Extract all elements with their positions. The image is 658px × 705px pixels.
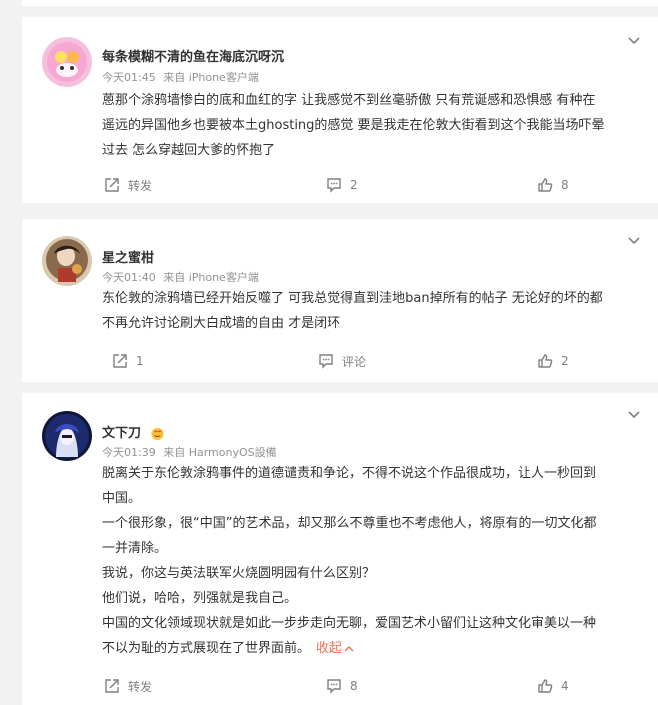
comment-line: 遥远的异国他乡也要被本土ghosting的感觉 要是我走在伦敦大街看到这个我能当…	[102, 118, 605, 133]
repost-label: 转发	[128, 679, 153, 694]
repost-button[interactable]: 1	[112, 347, 144, 375]
comment-icon	[327, 178, 341, 193]
repost-label: 转发	[128, 178, 153, 193]
username[interactable]: 每条模糊不清的鱼在海底沉呀沉	[102, 46, 284, 65]
chevron-down-icon[interactable]	[626, 33, 642, 49]
comment-source: 来自 HarmonyOS設備	[163, 446, 277, 459]
comment-line: 我说，你这与英法联军火烧圆明园有什么区别？	[102, 566, 376, 581]
comment-line: 蒽那个涂鸦墙惨白的底和血红的字 让我感觉不到丝毫骄傲 只有荒诞感和恐惧感 有种在	[102, 93, 596, 108]
comment-line: 不以为耻的方式展现在了世界面前。	[102, 641, 311, 656]
comment-button[interactable]: 评论	[318, 347, 366, 375]
avatar[interactable]	[42, 37, 92, 87]
comment-line-last: 不以为耻的方式展现在了世界面前。 收起	[102, 636, 636, 661]
action-bar: 1 评论 2	[22, 347, 658, 375]
comment-source: 来自 iPhone客户端	[163, 271, 259, 284]
comment-text: 脱离关于东伦敦涂鸦事件的道德谴责和争论，不得不说这个作品很成功，让人一秒回到 中…	[102, 461, 636, 661]
repost-button[interactable]: 转发	[104, 672, 152, 700]
username-row: 文下刀	[102, 422, 165, 441]
comment-icon	[319, 354, 333, 369]
comment-line: 不再允许讨论刷大白成墙的自由 才是闭环	[102, 316, 341, 331]
comment-text: 蒽那个涂鸦墙惨白的底和血红的字 让我感觉不到丝毫骄傲 只有荒诞感和恐惧感 有种在…	[102, 88, 636, 163]
comment-line: 中国。	[102, 491, 142, 506]
comment-label: 评论	[342, 354, 367, 369]
thumbs-up-icon	[538, 354, 553, 368]
comment-line: 一个很形象，很“中国”的艺术品，却又那么不尊重也不考虑他人，将原有的一切文化都	[102, 516, 597, 531]
avatar[interactable]	[42, 411, 92, 461]
chevron-down-icon[interactable]	[626, 407, 642, 423]
collapse-label: 收起	[316, 641, 343, 656]
username[interactable]: 星之蜜柑	[102, 247, 154, 266]
comment-count: 2	[350, 178, 358, 192]
comment-button[interactable]: 2	[326, 171, 358, 199]
thumbs-up-icon	[538, 178, 553, 192]
repost-count: 1	[136, 354, 144, 368]
comment-line: 他们说，哈哈，列强就是我自己。	[102, 591, 298, 606]
chevron-up-icon	[344, 645, 354, 651]
comment-meta: 今天01:40 来自 iPhone客户端	[102, 269, 259, 285]
like-count: 8	[561, 178, 569, 192]
comment-icon	[327, 679, 341, 694]
previous-card-edge	[22, 0, 658, 6]
like-count: 2	[561, 354, 569, 368]
comment-feed: 每条模糊不清的鱼在海底沉呀沉 今天01:45 来自 iPhone客户端 蒽那个涂…	[0, 0, 658, 705]
comment-line: 中国的文化领域现状就是如此一步步走向无聊，爱国艺术小留们让这种文化审美以一种	[102, 616, 597, 631]
chevron-down-icon[interactable]	[626, 233, 642, 249]
comment-meta: 今天01:39 来自 HarmonyOS設備	[102, 444, 277, 460]
comment-card: 每条模糊不清的鱼在海底沉呀沉 今天01:45 来自 iPhone客户端 蒽那个涂…	[22, 17, 658, 203]
comment-source: 来自 iPhone客户端	[163, 71, 259, 84]
like-button[interactable]: 4	[537, 672, 569, 700]
comment-card: 星之蜜柑 今天01:40 来自 iPhone客户端 东伦敦的涂鸦墙已经开始反噬了…	[22, 219, 658, 382]
avatar[interactable]	[42, 236, 92, 286]
comment-line: 过去 怎么穿越回大爹的怀抱了	[102, 143, 276, 158]
action-bar: 转发 2 8	[22, 171, 658, 199]
comment-line: 一并清除。	[102, 541, 168, 556]
comment-time: 今天01:45	[102, 71, 156, 84]
repost-icon	[105, 178, 119, 192]
like-button[interactable]: 2	[537, 347, 569, 375]
smile-emoji-icon	[150, 427, 164, 441]
comment-count: 8	[350, 679, 358, 693]
comment-text: 东伦敦的涂鸦墙已经开始反噬了 可我总觉得直到洼地ban掉所有的帖子 无论好的坏的…	[102, 286, 636, 336]
thumbs-up-icon	[538, 679, 553, 693]
action-bar: 转发 8 4	[22, 672, 658, 700]
repost-icon	[113, 354, 127, 368]
repost-button[interactable]: 转发	[104, 171, 152, 199]
repost-icon	[105, 679, 119, 693]
comment-card: 文下刀 今天01:39 来自 HarmonyOS設備 脱离关于东伦敦涂鸦事件的道…	[22, 393, 658, 705]
collapse-button[interactable]: 收起	[316, 641, 354, 656]
comment-time: 今天01:40	[102, 271, 156, 284]
comment-meta: 今天01:45 来自 iPhone客户端	[102, 69, 259, 85]
comment-button[interactable]: 8	[326, 672, 358, 700]
comment-time: 今天01:39	[102, 446, 156, 459]
username[interactable]: 文下刀	[102, 426, 141, 441]
like-count: 4	[561, 679, 569, 693]
like-button[interactable]: 8	[537, 171, 569, 199]
comment-line: 东伦敦的涂鸦墙已经开始反噬了 可我总觉得直到洼地ban掉所有的帖子 无论好的坏的…	[102, 291, 603, 306]
comment-line: 脱离关于东伦敦涂鸦事件的道德谴责和争论，不得不说这个作品很成功，让人一秒回到	[102, 466, 597, 481]
